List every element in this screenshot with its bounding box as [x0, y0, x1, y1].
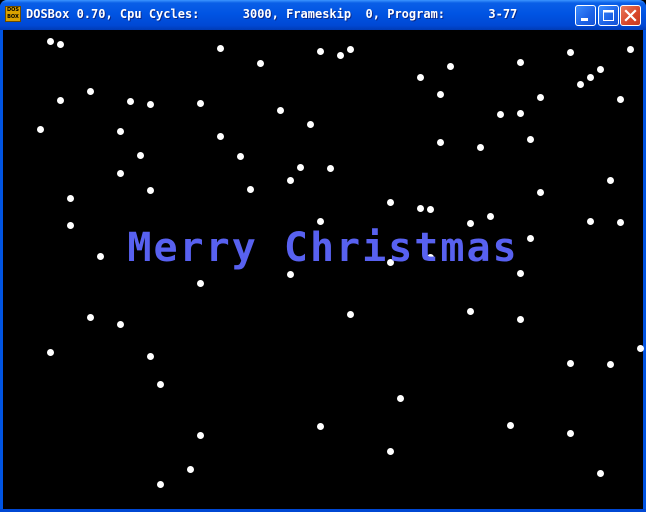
minimize-button[interactable] — [575, 5, 596, 26]
snowflake — [117, 128, 124, 135]
snowflake — [437, 91, 444, 98]
snowflake — [87, 314, 94, 321]
dosbox-app-icon[interactable]: DOS BOX — [5, 6, 21, 22]
snowflake — [537, 189, 544, 196]
snowflake — [447, 63, 454, 70]
snowflake — [537, 94, 544, 101]
snowflake — [197, 100, 204, 107]
snowflake — [67, 195, 74, 202]
window-title: DOSBox 0.70, Cpu Cycles: 3000, Frameskip… — [26, 7, 518, 21]
dosbox-window: DOS BOX DOSBox 0.70, Cpu Cycles: 3000, F… — [0, 0, 646, 512]
snowflake — [337, 52, 344, 59]
snowflake — [197, 432, 204, 439]
snowflake — [387, 199, 394, 206]
snowflake — [47, 349, 54, 356]
snowflake — [607, 361, 614, 368]
title-bar[interactable]: DOS BOX DOSBox 0.70, Cpu Cycles: 3000, F… — [0, 0, 646, 30]
snowflake — [117, 321, 124, 328]
snowflake — [597, 66, 604, 73]
minimize-icon — [581, 18, 588, 21]
snowflake — [467, 308, 474, 315]
close-button[interactable] — [620, 5, 641, 26]
snowflake — [487, 213, 494, 220]
snowflake — [87, 88, 94, 95]
snowflake — [57, 97, 64, 104]
snowflake — [237, 153, 244, 160]
snowflake — [297, 164, 304, 171]
snowflake — [197, 280, 204, 287]
snowflake — [517, 316, 524, 323]
snowflake — [497, 111, 504, 118]
snowflake — [157, 481, 164, 488]
snowflake — [567, 49, 574, 56]
snowflake — [477, 144, 484, 151]
snowflake — [627, 46, 634, 53]
snowflake — [247, 186, 254, 193]
maximize-button[interactable] — [598, 5, 619, 26]
snowflake — [597, 470, 604, 477]
snowflake — [217, 45, 224, 52]
snowflake — [417, 205, 424, 212]
snowflake — [147, 187, 154, 194]
snowflake — [587, 218, 594, 225]
snowflake — [147, 353, 154, 360]
snowflake — [347, 46, 354, 53]
snowflake — [127, 98, 134, 105]
snowflake — [147, 101, 154, 108]
snowflake — [47, 38, 54, 45]
snowflake — [317, 218, 324, 225]
snowflake — [517, 270, 524, 277]
snowflake — [257, 60, 264, 67]
snowflake — [137, 152, 144, 159]
snowflake — [317, 423, 324, 430]
snowflake — [287, 177, 294, 184]
snowflake — [587, 74, 594, 81]
snowflake — [287, 271, 294, 278]
snowflake — [427, 206, 434, 213]
close-icon — [624, 9, 637, 22]
snowflake — [387, 448, 394, 455]
snowflake — [217, 133, 224, 140]
snowflake — [57, 41, 64, 48]
snowflake — [577, 81, 584, 88]
snowflake — [567, 360, 574, 367]
snowflake — [437, 139, 444, 146]
snowflake — [517, 59, 524, 66]
snowflake — [347, 311, 354, 318]
snowflake — [37, 126, 44, 133]
snowflake — [417, 74, 424, 81]
snowflake — [507, 422, 514, 429]
snowflake — [637, 345, 644, 352]
snowflake — [317, 48, 324, 55]
snowflake — [517, 110, 524, 117]
snowflake — [327, 165, 334, 172]
snowflake — [157, 381, 164, 388]
snowflake — [607, 177, 614, 184]
maximize-icon — [603, 10, 614, 21]
snowflake — [567, 430, 574, 437]
snowflake — [307, 121, 314, 128]
snowflake — [277, 107, 284, 114]
dos-screen[interactable]: Merry Christmas — [3, 30, 644, 509]
snowflake — [187, 466, 194, 473]
snowflake — [617, 96, 624, 103]
snowflake — [117, 170, 124, 177]
snowflake — [527, 136, 534, 143]
greeting-text: Merry Christmas — [127, 225, 519, 271]
snowflake — [397, 395, 404, 402]
